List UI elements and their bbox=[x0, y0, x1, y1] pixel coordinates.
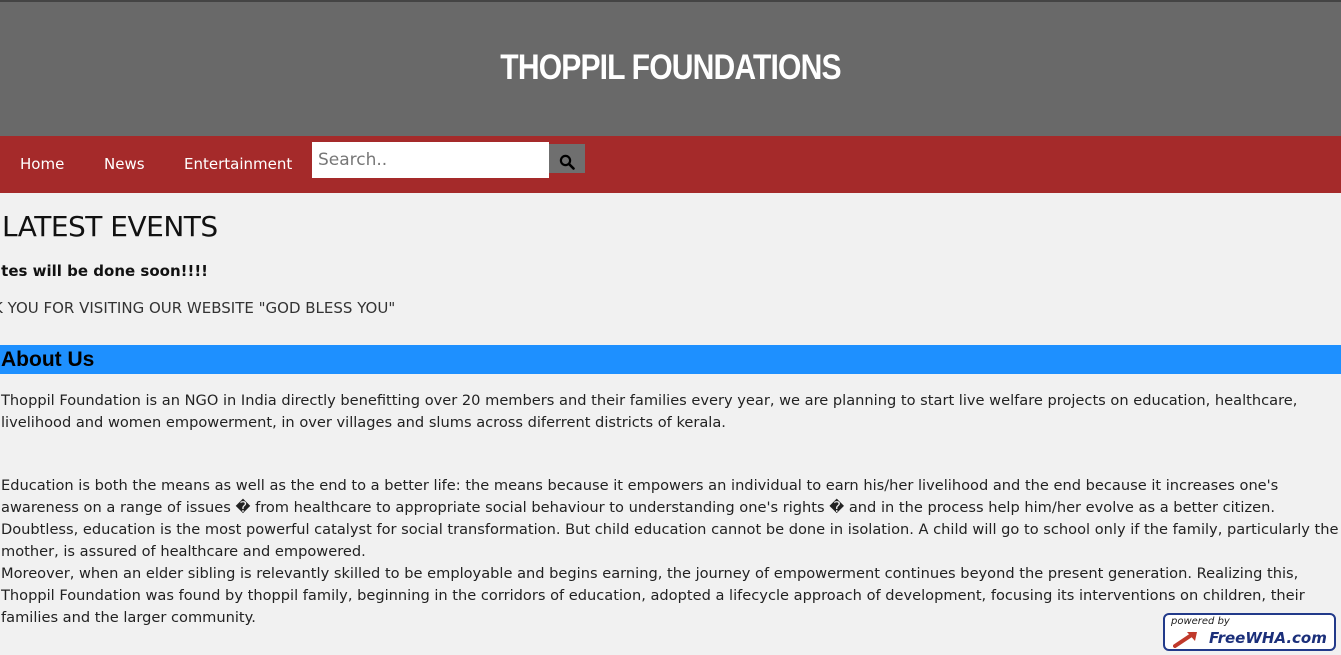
search-button[interactable] bbox=[549, 144, 585, 173]
about-paragraph-intro: Thoppil Foundation is an NGO in India di… bbox=[1, 392, 1298, 431]
site-header: THOPPIL FOUNDATIONS bbox=[0, 2, 1341, 136]
marquee-updates: ates will be done soon!!!! bbox=[0, 262, 400, 282]
nav-bar: Home News Entertainment bbox=[0, 136, 1341, 193]
about-us-bar: About Us bbox=[0, 345, 1341, 374]
about-paragraph-moreover: Moreover, when an elder sibling is relev… bbox=[1, 565, 1305, 626]
marquee-thanks-text: K YOU FOR VISITING OUR WEBSITE "GOD BLES… bbox=[0, 299, 396, 317]
nav-entertainment-link[interactable]: Entertainment bbox=[184, 155, 292, 173]
nav-home-link[interactable]: Home bbox=[20, 155, 64, 173]
about-us-heading: About Us bbox=[1, 348, 95, 371]
badge-powered-by: powered by bbox=[1171, 616, 1230, 627]
marquee-thanks: K YOU FOR VISITING OUR WEBSITE "GOD BLES… bbox=[0, 299, 600, 319]
marquee-updates-text: ates will be done soon!!!! bbox=[0, 262, 208, 280]
site-title: THOPPIL FOUNDATIONS bbox=[500, 48, 841, 87]
freewha-badge[interactable]: powered by FreeWHA.com bbox=[1163, 613, 1336, 651]
search-input[interactable] bbox=[312, 142, 549, 178]
nav-news-link[interactable]: News bbox=[104, 155, 145, 173]
about-paragraph-education: Education is both the means as well as t… bbox=[1, 477, 1339, 560]
search-icon bbox=[559, 154, 575, 170]
badge-brand: FreeWHA.com bbox=[1209, 629, 1327, 647]
latest-events-heading: LATEST EVENTS bbox=[2, 210, 218, 243]
arrow-icon bbox=[1173, 632, 1197, 648]
